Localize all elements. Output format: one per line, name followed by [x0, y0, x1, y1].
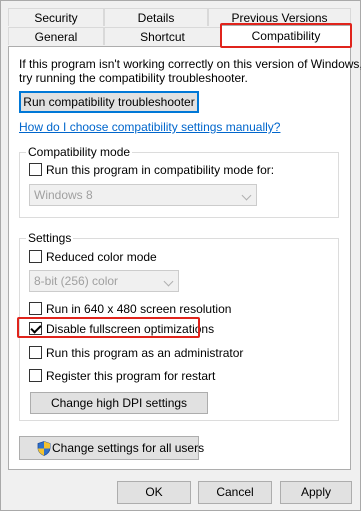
tab-shortcut[interactable]: Shortcut — [104, 27, 221, 45]
compat-mode-checkbox[interactable] — [29, 163, 42, 176]
button-label: Change settings for all users — [52, 441, 205, 455]
tab-label: General — [34, 30, 78, 44]
chevron-down-icon — [163, 276, 174, 287]
reduced-color-label[interactable]: Reduced color mode — [46, 250, 157, 264]
change-all-users-button[interactable]: Change settings for all users — [19, 436, 204, 460]
apply-button[interactable]: Apply — [280, 481, 352, 504]
compatibility-mode-title: Compatibility mode — [26, 145, 133, 159]
intro-text-line1: If this program isn't working correctly … — [19, 57, 361, 71]
button-label: OK — [145, 485, 163, 499]
button-label: Run compatibility troubleshooter — [23, 95, 195, 109]
compat-mode-select[interactable]: Windows 8 — [29, 184, 257, 206]
button-label: Cancel — [216, 485, 254, 499]
disable-fullscreen-label[interactable]: Disable fullscreen optimizations — [46, 322, 214, 336]
tab-label: Previous Versions — [231, 11, 328, 25]
uac-shield-icon — [37, 441, 51, 456]
tab-security[interactable]: Security — [8, 8, 104, 26]
reduced-color-checkbox[interactable] — [29, 250, 42, 263]
ok-button[interactable]: OK — [117, 481, 191, 504]
register-restart-label[interactable]: Register this program for restart — [46, 369, 215, 383]
disable-fullscreen-checkbox[interactable] — [29, 322, 42, 335]
chevron-down-icon — [241, 190, 252, 201]
change-dpi-button[interactable]: Change high DPI settings — [30, 392, 208, 414]
select-value: Windows 8 — [34, 188, 93, 202]
register-restart-checkbox[interactable] — [29, 369, 42, 382]
tab-label: Compatibility — [251, 29, 321, 43]
run-admin-label[interactable]: Run this program as an administrator — [46, 346, 243, 360]
run-troubleshooter-button[interactable]: Run compatibility troubleshooter — [19, 91, 199, 113]
tab-label: Shortcut — [140, 30, 185, 44]
settings-title: Settings — [26, 231, 74, 245]
tab-label: Security — [34, 11, 78, 25]
run-640-checkbox[interactable] — [29, 302, 42, 315]
tab-general[interactable]: General — [8, 27, 104, 45]
compat-mode-label[interactable]: Run this program in compatibility mode f… — [46, 163, 274, 177]
tab-details[interactable]: Details — [104, 8, 208, 26]
tab-compatibility[interactable]: Compatibility — [221, 25, 351, 47]
select-value: 8-bit (256) color — [34, 274, 119, 288]
button-label: Change high DPI settings — [50, 396, 188, 410]
tab-label: Details — [137, 11, 175, 25]
run-640-label[interactable]: Run in 640 x 480 screen resolution — [46, 302, 231, 316]
intro-text-line2: try running the compatibility troublesho… — [19, 71, 248, 85]
manual-settings-link[interactable]: How do I choose compatibility settings m… — [19, 120, 280, 134]
tab-previous-versions[interactable]: Previous Versions — [208, 8, 351, 26]
run-admin-checkbox[interactable] — [29, 346, 42, 359]
button-label: Apply — [300, 485, 332, 499]
cancel-button[interactable]: Cancel — [198, 481, 272, 504]
color-mode-select[interactable]: 8-bit (256) color — [29, 270, 179, 292]
